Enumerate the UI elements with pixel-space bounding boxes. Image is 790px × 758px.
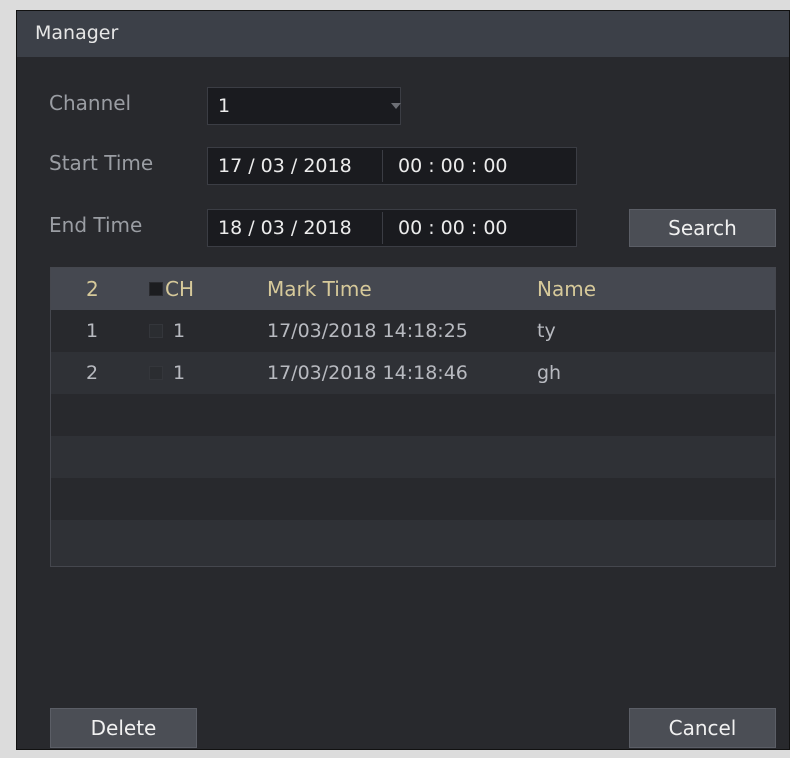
channel-value: 1 [218,95,231,117]
start-time-field[interactable]: 17 / 03 / 2018 00 : 00 : 00 [207,147,577,185]
ch-header: CH [165,277,195,301]
cancel-button[interactable]: Cancel [629,708,776,748]
row-mark-time: 17/03/2018 14:18:46 [267,362,468,384]
dialog-title: Manager [17,11,789,57]
row-checkbox[interactable] [149,366,163,380]
field-divider [382,212,383,244]
end-time-value: 00 : 00 : 00 [398,217,508,239]
start-time-value: 00 : 00 : 00 [398,155,508,177]
row-ch: 1 [173,362,186,384]
delete-button[interactable]: Delete [50,708,197,748]
table-row[interactable]: 2 1 17/03/2018 14:18:46 gh [51,352,775,394]
end-date-value: 18 / 03 / 2018 [218,217,352,239]
manager-dialog: Manager Channel 1 Start Time 17 / 03 / 2… [16,10,790,750]
row-index: 1 [86,320,99,342]
end-time-field[interactable]: 18 / 03 / 2018 00 : 00 : 00 [207,209,577,247]
row-checkbox[interactable] [149,324,163,338]
channel-select[interactable]: 1 [207,87,401,125]
row-name: gh [537,362,562,384]
table-row-empty [51,478,775,520]
row-mark-time: 17/03/2018 14:18:25 [267,320,468,342]
start-time-label: Start Time [49,151,154,175]
table-row[interactable]: 1 1 17/03/2018 14:18:25 ty [51,310,775,352]
field-divider [382,150,383,182]
mark-table: 2 CH Mark Time Name 1 1 17/03/2018 14:18… [50,267,776,567]
row-ch: 1 [173,320,186,342]
table-header: 2 CH Mark Time Name [51,268,775,310]
end-time-label: End Time [49,213,143,237]
select-all-checkbox[interactable] [149,282,163,296]
table-row-empty [51,436,775,478]
row-count: 2 [86,277,99,301]
row-name: ty [537,320,556,342]
table-row-empty [51,520,775,566]
mark-time-header: Mark Time [267,277,372,301]
row-index: 2 [86,362,99,384]
chevron-down-icon [391,103,401,109]
channel-label: Channel [49,91,132,115]
start-date-value: 17 / 03 / 2018 [218,155,352,177]
search-button[interactable]: Search [629,209,776,247]
name-header: Name [537,277,597,301]
table-row-empty [51,394,775,436]
